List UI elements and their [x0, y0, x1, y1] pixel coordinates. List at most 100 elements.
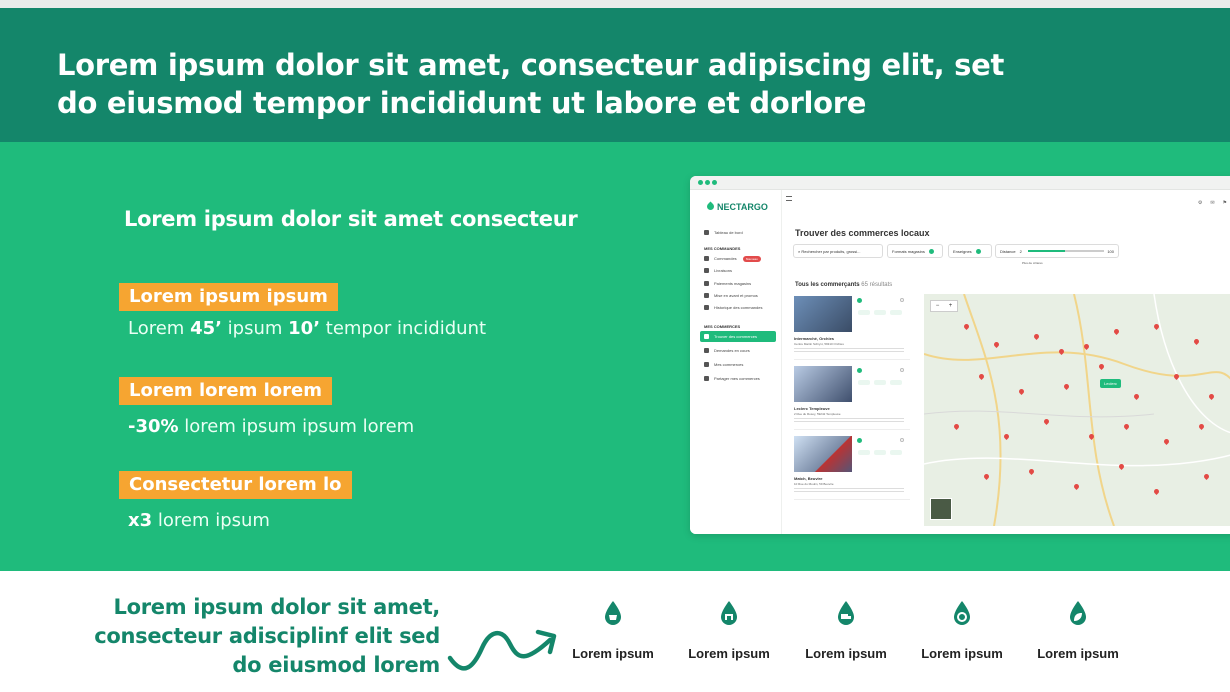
shop-address: Centre Martin Schiyvt, 59310 Orchies: [794, 342, 844, 346]
zoom-controls[interactable]: − +: [930, 300, 958, 312]
feature-label: Lorem ipsum: [688, 646, 770, 661]
stat-value: x3: [128, 510, 153, 531]
shop-description: [794, 418, 904, 424]
truck-icon: [704, 268, 709, 273]
sidebar-item-share[interactable]: Partager mes commerces: [700, 373, 776, 384]
tag-pill: [858, 450, 870, 455]
more-criteria-link[interactable]: Plus de critères: [1022, 261, 1043, 265]
zoom-in-button[interactable]: +: [949, 303, 953, 309]
filter-label: Enseignes: [953, 248, 972, 254]
map-roads: [924, 294, 1230, 526]
cart-icon: [704, 256, 709, 261]
shop-card[interactable]: Match, Beuvire 10 Rue du Moulin, 59 Beuv…: [794, 436, 910, 500]
shop-card[interactable]: Intermarché, Orchies Centre Martin Schiy…: [794, 296, 910, 360]
sidebar-section-orders: MES COMMANDES: [704, 246, 741, 251]
megaphone-icon: [704, 293, 709, 298]
zoom-out-button[interactable]: −: [936, 303, 940, 309]
drop-logo-icon: [705, 201, 716, 212]
feature-label: Lorem ipsum: [921, 646, 1003, 661]
drop-basket-icon: [605, 601, 621, 625]
sidebar-item-requests[interactable]: Demandes en cours: [700, 345, 776, 356]
feature-label: Lorem ipsum: [805, 646, 887, 661]
sidebar-item-deliveries[interactable]: Livraisons: [700, 265, 776, 276]
sidebar-item-label: Demandes en cours: [714, 348, 750, 353]
shop-description: [794, 488, 904, 494]
stat-value: 10’: [288, 318, 321, 339]
sidebar-item-my-shops[interactable]: Mes commerces: [700, 359, 776, 370]
drop-store-icon: [721, 601, 737, 625]
favorite-icon[interactable]: [900, 438, 904, 442]
store-icon: [704, 348, 709, 353]
tag-pill: [874, 310, 886, 315]
sidebar-item-promos[interactable]: Mise en avant et promos: [700, 290, 776, 301]
stat-label-1: Lorem ipsum ipsum: [119, 283, 338, 311]
shop-address: 10 Rue du Moulin, 59 Beuvire: [794, 482, 834, 486]
tag-pill: [890, 380, 902, 385]
window-dot: [712, 180, 717, 185]
feature-item-2: Lorem ipsum: [679, 600, 779, 661]
feature-item-3: Lorem ipsum: [796, 600, 896, 661]
shop-photo: [794, 366, 852, 402]
slider-fill: [1027, 250, 1065, 252]
settings-icon[interactable]: ⚙: [1198, 200, 1202, 206]
status-icon: [857, 298, 862, 303]
favorite-icon[interactable]: [900, 368, 904, 372]
footer-tagline: Lorem ipsum dolor sit amet, consecteur a…: [94, 595, 440, 677]
filter-label: Formats magasins: [892, 248, 925, 254]
feature-item-4: Lorem ipsum: [912, 600, 1012, 661]
sidebar-item-history[interactable]: Historique des commandes: [700, 302, 776, 313]
sidebar-item-find-shops[interactable]: Trouver des commerces: [700, 331, 776, 342]
stat-text: lorem ipsum: [152, 510, 270, 531]
sidebar-item-label: Partager mes commerces: [714, 376, 760, 381]
window-dot: [705, 180, 710, 185]
notification-icon[interactable]: ✉: [1210, 200, 1214, 206]
shop-photo: [794, 436, 852, 472]
sidebar-item-label: Commandes: [714, 256, 737, 261]
cart-icon[interactable]: ⚑: [1223, 200, 1227, 206]
app-window: NECTARGO Tableau de bord MES COMMANDES C…: [690, 176, 1230, 534]
sidebar-section-shops: MES COMMERCES: [704, 324, 741, 329]
sidebar-item-label: Paiements magasins: [714, 281, 752, 286]
distance-max: 100: [1107, 248, 1114, 254]
chart-icon: [704, 230, 709, 235]
card-icon: [704, 281, 709, 286]
menu-icon[interactable]: [786, 196, 792, 201]
brands-filter[interactable]: Enseignes: [948, 244, 992, 258]
results-heading: Tous les commerçants 65 résultats: [795, 282, 892, 288]
status-icon: [857, 438, 862, 443]
window-dot: [698, 180, 703, 185]
feature-item-5: Lorem ipsum: [1028, 600, 1128, 661]
search-shop-icon: [704, 334, 709, 339]
tag-pill: [858, 310, 870, 315]
format-filter[interactable]: Formats magasins: [887, 244, 943, 258]
shop-name: Intermarché, Orchies: [794, 336, 835, 341]
sidebar-item-dashboard[interactable]: Tableau de bord: [700, 227, 776, 238]
map-highlight-label[interactable]: Leclerc: [1100, 379, 1121, 388]
history-icon: [704, 305, 709, 310]
drop-leaf-icon: [1070, 601, 1086, 625]
new-badge: Nouveau: [742, 255, 761, 262]
results-title: Tous les commerçants: [795, 282, 860, 288]
brand-logo[interactable]: NECTARGO: [705, 201, 768, 212]
top-icons: ⚙ ✉ ⚑: [1198, 200, 1227, 206]
status-icon: [857, 368, 862, 373]
distance-filter[interactable]: Distance 2 100: [995, 244, 1119, 258]
drop-truck-icon: [838, 601, 854, 625]
shop-icon: [704, 362, 709, 367]
sidebar-item-label: Historique des commandes: [714, 305, 763, 310]
sidebar-item-orders[interactable]: Commandes Nouveau: [700, 253, 776, 264]
shop-card[interactable]: Leclerc Templeuve 2 Rue du Rosoy, 59242 …: [794, 366, 910, 430]
shop-name: Match, Beuvire: [794, 476, 823, 481]
favorite-icon[interactable]: [900, 298, 904, 302]
stat-text: lorem ipsum ipsum lorem: [178, 416, 415, 437]
search-input[interactable]: ⌕ Rechercher par produits, grossi...: [793, 244, 883, 258]
distance-slider[interactable]: [1027, 250, 1105, 252]
tag-pill: [874, 380, 886, 385]
shops-map[interactable]: − + Leclerc: [924, 294, 1230, 526]
sidebar-item-payments[interactable]: Paiements magasins: [700, 278, 776, 289]
sidebar-item-label: Trouver des commerces: [714, 334, 757, 339]
map-layer-toggle[interactable]: [930, 498, 952, 520]
shop-address: 2 Rue du Rosoy, 59242 Templeuve: [794, 412, 841, 416]
curved-arrow-icon: [447, 629, 557, 671]
check-icon: [975, 248, 981, 254]
